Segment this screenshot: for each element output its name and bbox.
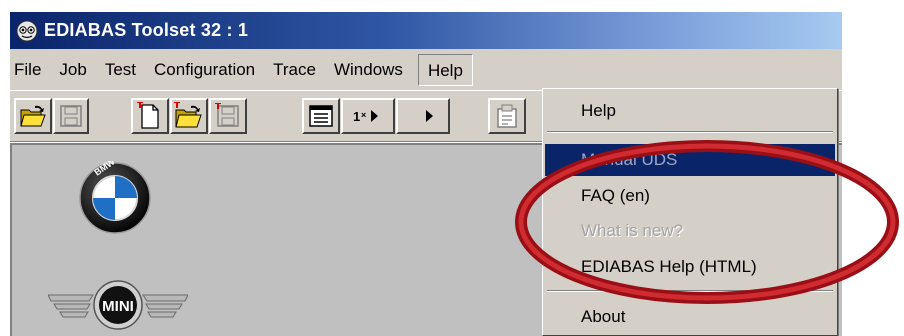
run-button[interactable] — [396, 98, 450, 134]
step-run-button[interactable]: 1 × — [341, 98, 395, 134]
play-icon — [426, 110, 433, 122]
result-list-icon — [309, 105, 333, 127]
help-menu-item-whats-new: What is new? — [581, 221, 684, 240]
mini-logo-text: MINI — [102, 298, 134, 315]
save-job-button[interactable] — [209, 98, 247, 134]
new-document-icon — [137, 102, 159, 129]
svg-text:1: 1 — [353, 109, 360, 124]
help-menu-separator — [547, 131, 833, 133]
save-button[interactable] — [53, 98, 89, 134]
properties-icon — [497, 104, 517, 128]
help-menu-item-about[interactable]: About — [545, 301, 835, 333]
menu-bar: File Job Test Configuration Trace Window… — [10, 49, 842, 90]
save-disk-icon — [60, 105, 82, 127]
menu-trace[interactable]: Trace — [264, 54, 325, 86]
bmw-logo: BMW — [79, 161, 151, 234]
screenshot: EDIABAS Toolset 32 : 1 File Job Test Con… — [0, 0, 904, 336]
menu-help[interactable]: Help — [417, 53, 473, 86]
save-disk-icon — [215, 103, 239, 127]
open-folder-icon — [20, 105, 46, 127]
help-menu-item-ediabas-help[interactable]: EDIABAS Help (HTML) — [545, 251, 835, 283]
properties-button[interactable] — [488, 98, 526, 134]
open-folder-icon — [174, 102, 202, 128]
menu-file[interactable]: File — [10, 54, 50, 86]
svg-text:×: × — [361, 110, 366, 120]
window-title: EDIABAS Toolset 32 : 1 — [44, 20, 249, 40]
open-job-button[interactable] — [170, 98, 208, 134]
help-menu-item-help[interactable]: Help — [545, 95, 835, 127]
menu-test[interactable]: Test — [96, 54, 145, 86]
menu-configuration[interactable]: Configuration — [145, 54, 264, 86]
results-button[interactable] — [302, 98, 340, 134]
open-button[interactable] — [14, 98, 52, 134]
new-button[interactable] — [131, 98, 169, 134]
app-icon — [16, 20, 38, 41]
menu-windows[interactable]: Windows — [325, 54, 412, 86]
help-menu-item-manual-uds[interactable]: Manual UDS — [545, 144, 835, 176]
step-run-icon: 1 × — [353, 109, 378, 124]
title-bar[interactable]: EDIABAS Toolset 32 : 1 — [10, 12, 842, 49]
help-menu-separator — [547, 290, 833, 292]
menu-job[interactable]: Job — [50, 54, 95, 86]
mini-logo: MINI — [48, 280, 188, 330]
help-menu-item-faq[interactable]: FAQ (en) — [545, 180, 835, 212]
help-menu-dropdown: Help Manual UDS FAQ (en) What is new? ED… — [542, 88, 838, 336]
